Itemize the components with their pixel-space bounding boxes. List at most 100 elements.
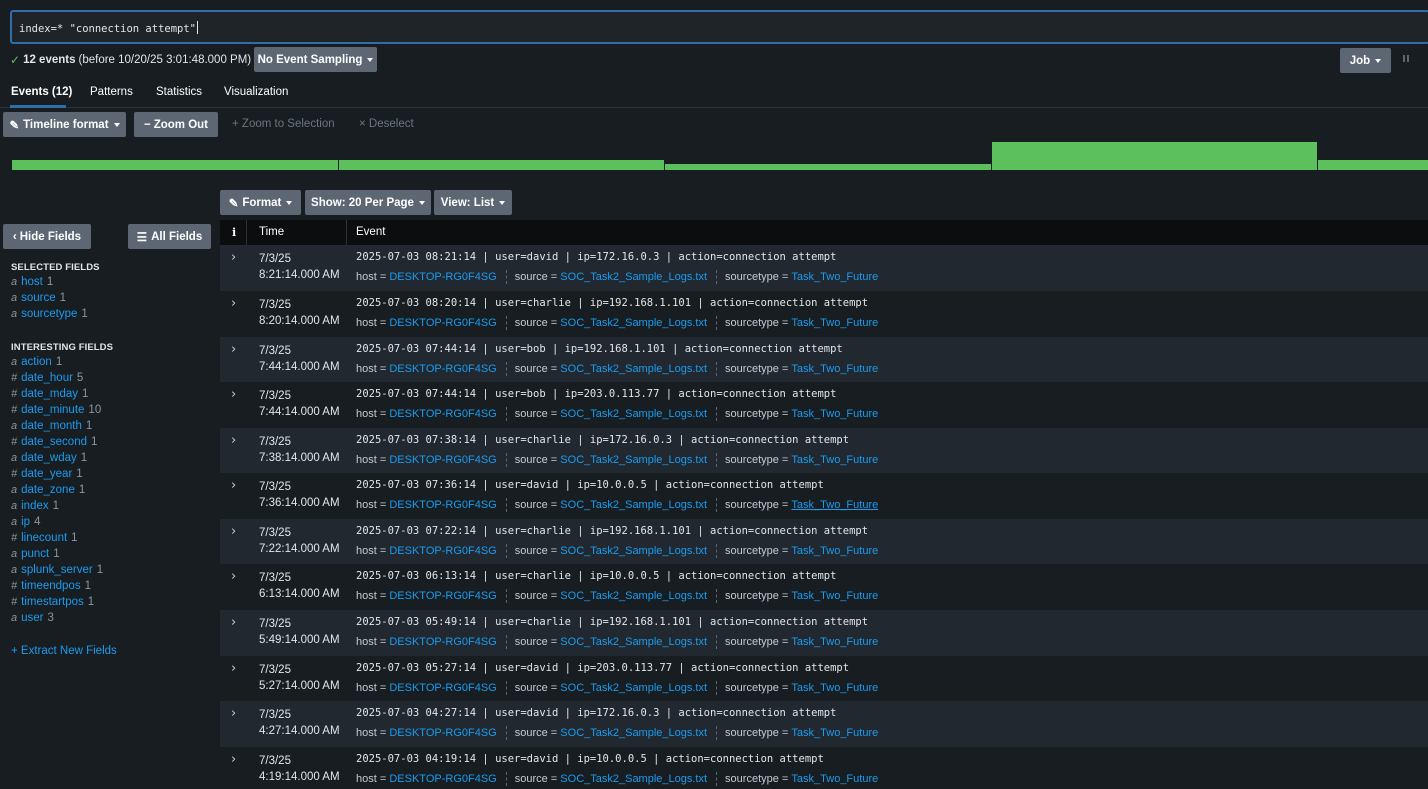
sourcetype-value[interactable]: Task_Two_Future <box>791 682 878 694</box>
event-raw-text[interactable]: 2025-07-03 04:19:14 | user=david | ip=10… <box>356 753 824 765</box>
expand-chevron-icon[interactable]: › <box>231 342 236 357</box>
field-name[interactable]: host <box>21 276 43 288</box>
sourcetype-value[interactable]: Task_Two_Future <box>791 454 878 466</box>
job-menu-button[interactable]: Job <box>1340 48 1391 73</box>
event-raw-text[interactable]: 2025-07-03 07:38:14 | user=charlie | ip=… <box>356 434 849 446</box>
sourcetype-value[interactable]: Task_Two_Future <box>791 408 878 420</box>
host-value[interactable]: DESKTOP-RG0F4SG <box>389 590 496 602</box>
timeline-chart[interactable] <box>0 140 1428 170</box>
field-item-timeendpos[interactable]: # timeendpos 1 <box>11 580 91 592</box>
field-name[interactable]: linecount <box>21 532 67 544</box>
search-bar[interactable]: index=* "connection attempt" <box>10 10 1428 44</box>
tab-events[interactable]: Events (12) <box>11 86 72 98</box>
field-item-action[interactable]: a action 1 <box>11 356 62 368</box>
field-name[interactable]: date_wday <box>21 452 77 464</box>
event-raw-text[interactable]: 2025-07-03 04:27:14 | user=david | ip=17… <box>356 707 836 719</box>
expand-chevron-icon[interactable]: › <box>231 524 236 539</box>
extract-new-fields-link[interactable]: + Extract New Fields <box>11 645 117 657</box>
source-value[interactable]: SOC_Task2_Sample_Logs.txt <box>560 317 707 329</box>
timeline-bar[interactable] <box>1318 160 1428 170</box>
field-name[interactable]: date_second <box>21 436 87 448</box>
zoom-to-selection-button[interactable]: + Zoom to Selection <box>232 118 335 130</box>
source-value[interactable]: SOC_Task2_Sample_Logs.txt <box>560 408 707 420</box>
field-item-date-second[interactable]: # date_second 1 <box>11 436 97 448</box>
host-value[interactable]: DESKTOP-RG0F4SG <box>389 636 496 648</box>
search-input[interactable]: index=* "connection attempt" <box>19 21 199 35</box>
zoom-out-button[interactable]: − Zoom Out <box>134 112 218 137</box>
field-name[interactable]: splunk_server <box>21 564 93 576</box>
tab-patterns[interactable]: Patterns <box>90 86 133 98</box>
source-value[interactable]: SOC_Task2_Sample_Logs.txt <box>560 727 707 739</box>
field-name[interactable]: date_year <box>21 468 72 480</box>
field-name[interactable]: date_mday <box>21 388 78 400</box>
event-raw-text[interactable]: 2025-07-03 07:44:14 | user=bob | ip=192.… <box>356 343 843 355</box>
sourcetype-value[interactable]: Task_Two_Future <box>791 636 878 648</box>
host-value[interactable]: DESKTOP-RG0F4SG <box>389 682 496 694</box>
event-raw-text[interactable]: 2025-07-03 07:36:14 | user=david | ip=10… <box>356 479 824 491</box>
host-value[interactable]: DESKTOP-RG0F4SG <box>389 317 496 329</box>
timeline-bar[interactable] <box>12 160 338 170</box>
pause-icon[interactable] <box>1403 55 1409 62</box>
expand-chevron-icon[interactable]: › <box>231 569 236 584</box>
timeline-bar[interactable] <box>991 142 1317 170</box>
source-value[interactable]: SOC_Task2_Sample_Logs.txt <box>560 773 707 785</box>
expand-chevron-icon[interactable]: › <box>231 433 236 448</box>
field-item-splunk-server[interactable]: a splunk_server 1 <box>11 564 103 576</box>
event-sampling-dropdown[interactable]: No Event Sampling <box>254 47 377 72</box>
field-item-source[interactable]: a source 1 <box>11 292 66 304</box>
field-name[interactable]: date_zone <box>21 484 75 496</box>
expand-chevron-icon[interactable]: › <box>231 615 236 630</box>
field-item-date-year[interactable]: # date_year 1 <box>11 468 83 480</box>
sourcetype-value[interactable]: Task_Two_Future <box>791 317 878 329</box>
event-raw-text[interactable]: 2025-07-03 06:13:14 | user=charlie | ip=… <box>356 570 836 582</box>
source-value[interactable]: SOC_Task2_Sample_Logs.txt <box>560 545 707 557</box>
field-name[interactable]: index <box>21 500 49 512</box>
source-value[interactable]: SOC_Task2_Sample_Logs.txt <box>560 499 707 511</box>
source-value[interactable]: SOC_Task2_Sample_Logs.txt <box>560 271 707 283</box>
sourcetype-value[interactable]: Task_Two_Future <box>791 499 878 511</box>
time-column-header[interactable]: Time <box>259 226 284 238</box>
host-value[interactable]: DESKTOP-RG0F4SG <box>389 545 496 557</box>
host-value[interactable]: DESKTOP-RG0F4SG <box>389 454 496 466</box>
event-raw-text[interactable]: 2025-07-03 07:22:14 | user=charlie | ip=… <box>356 525 868 537</box>
source-value[interactable]: SOC_Task2_Sample_Logs.txt <box>560 590 707 602</box>
field-item-host[interactable]: a host 1 <box>11 276 53 288</box>
field-item-punct[interactable]: a punct 1 <box>11 548 60 560</box>
field-item-date-wday[interactable]: a date_wday 1 <box>11 452 87 464</box>
host-value[interactable]: DESKTOP-RG0F4SG <box>389 271 496 283</box>
field-item-linecount[interactable]: # linecount 1 <box>11 532 78 544</box>
field-name[interactable]: date_hour <box>21 372 73 384</box>
expand-chevron-icon[interactable]: › <box>231 387 236 402</box>
field-item-date-mday[interactable]: # date_mday 1 <box>11 388 88 400</box>
host-value[interactable]: DESKTOP-RG0F4SG <box>389 363 496 375</box>
expand-chevron-icon[interactable]: › <box>231 661 236 676</box>
event-raw-text[interactable]: 2025-07-03 05:27:14 | user=david | ip=20… <box>356 662 849 674</box>
field-name[interactable]: action <box>21 356 52 368</box>
sourcetype-value[interactable]: Task_Two_Future <box>791 773 878 785</box>
host-value[interactable]: DESKTOP-RG0F4SG <box>389 727 496 739</box>
expand-chevron-icon[interactable]: › <box>231 478 236 493</box>
sourcetype-value[interactable]: Task_Two_Future <box>791 545 878 557</box>
field-name[interactable]: timeendpos <box>21 580 80 592</box>
field-item-user[interactable]: a user 3 <box>11 612 54 624</box>
source-value[interactable]: SOC_Task2_Sample_Logs.txt <box>560 363 707 375</box>
event-raw-text[interactable]: 2025-07-03 07:44:14 | user=bob | ip=203.… <box>356 388 836 400</box>
source-value[interactable]: SOC_Task2_Sample_Logs.txt <box>560 636 707 648</box>
field-name[interactable]: user <box>21 612 43 624</box>
field-name[interactable]: date_month <box>21 420 82 432</box>
field-item-date-minute[interactable]: # date_minute 10 <box>11 404 101 416</box>
event-raw-text[interactable]: 2025-07-03 08:20:14 | user=charlie | ip=… <box>356 297 868 309</box>
all-fields-button[interactable]: ☰ All Fields <box>128 224 211 249</box>
hide-fields-button[interactable]: ‹ Hide Fields <box>3 224 91 249</box>
expand-chevron-icon[interactable]: › <box>231 250 236 265</box>
expand-chevron-icon[interactable]: › <box>231 752 236 767</box>
timeline-bar[interactable] <box>665 164 991 170</box>
host-value[interactable]: DESKTOP-RG0F4SG <box>389 773 496 785</box>
sourcetype-value[interactable]: Task_Two_Future <box>791 363 878 375</box>
field-item-ip[interactable]: a ip 4 <box>11 516 40 528</box>
sourcetype-value[interactable]: Task_Two_Future <box>791 590 878 602</box>
field-name[interactable]: ip <box>21 516 30 528</box>
event-raw-text[interactable]: 2025-07-03 08:21:14 | user=david | ip=17… <box>356 251 836 263</box>
sourcetype-value[interactable]: Task_Two_Future <box>791 727 878 739</box>
format-button[interactable]: ✎ Format <box>220 190 301 215</box>
